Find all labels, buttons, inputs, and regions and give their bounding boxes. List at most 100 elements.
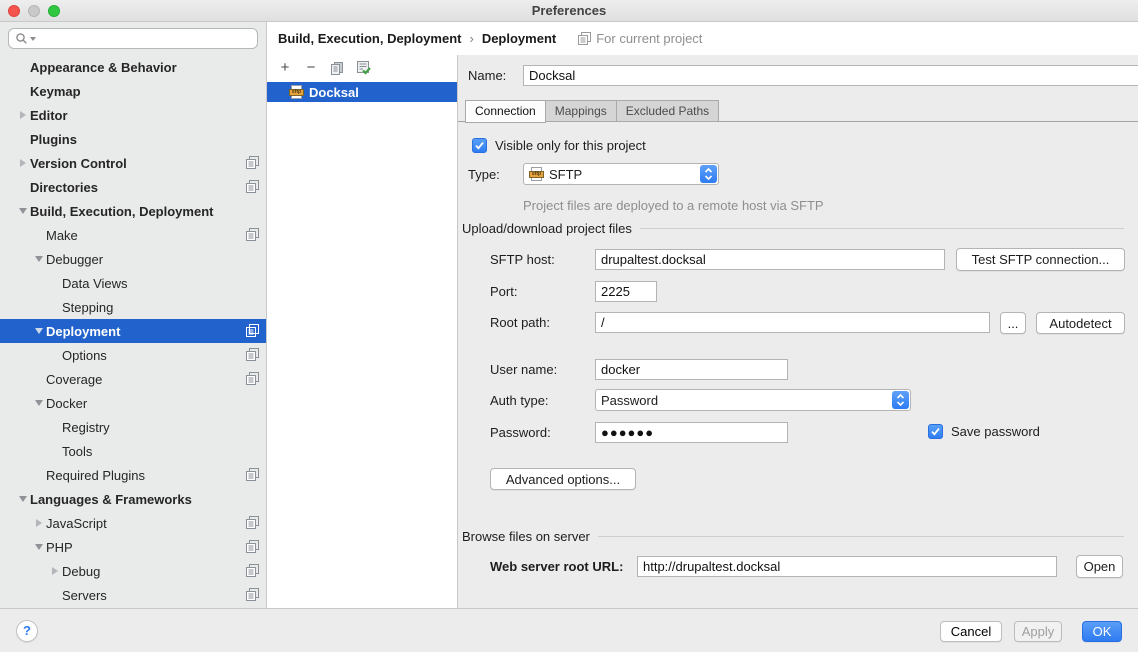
sftp-file-icon: sftp bbox=[289, 85, 304, 100]
visible-only-checkbox[interactable] bbox=[472, 138, 487, 153]
auth-type-label: Auth type: bbox=[490, 390, 549, 411]
server-item-docksal[interactable]: sftp Docksal bbox=[267, 82, 457, 102]
project-scope-icon bbox=[246, 324, 259, 340]
type-label: Type: bbox=[468, 164, 500, 185]
sidebar-item-debug[interactable]: Debug bbox=[0, 559, 266, 583]
tab-excluded-paths[interactable]: Excluded Paths bbox=[616, 100, 719, 122]
apply-button[interactable]: Apply bbox=[1014, 621, 1062, 642]
sidebar-item-docker[interactable]: Docker bbox=[0, 391, 266, 415]
use-as-default-icon[interactable] bbox=[355, 60, 371, 76]
project-scope-icon bbox=[246, 564, 259, 580]
type-select-spinner-icon[interactable] bbox=[700, 165, 717, 183]
sidebar-item-label: Version Control bbox=[30, 156, 127, 171]
sidebar-item-label: Plugins bbox=[30, 132, 77, 147]
auth-type-value: Password bbox=[601, 393, 658, 408]
remove-server-icon[interactable]: − bbox=[303, 60, 319, 76]
save-password-checkbox[interactable] bbox=[928, 424, 943, 439]
chevron-down-icon[interactable] bbox=[35, 544, 43, 550]
project-scope-icon bbox=[246, 540, 259, 556]
auth-type-select[interactable]: Password bbox=[595, 389, 911, 411]
project-scope-icon bbox=[246, 372, 259, 388]
chevron-right-icon[interactable] bbox=[20, 159, 26, 167]
cancel-button[interactable]: Cancel bbox=[940, 621, 1002, 642]
help-button[interactable]: ? bbox=[16, 620, 38, 642]
auth-type-select-spinner-icon[interactable] bbox=[892, 391, 909, 409]
breadcrumb-parent[interactable]: Build, Execution, Deployment bbox=[278, 31, 461, 46]
browse-root-path-button[interactable]: ... bbox=[1000, 312, 1026, 334]
sidebar-item-label: PHP bbox=[46, 540, 73, 555]
sidebar-item-label: Data Views bbox=[62, 276, 128, 291]
preferences-window: Preferences Build, Execution, Deployment… bbox=[0, 0, 1138, 652]
add-server-icon[interactable]: + bbox=[277, 60, 293, 76]
name-input[interactable] bbox=[523, 65, 1138, 86]
chevron-right-icon[interactable] bbox=[20, 111, 26, 119]
user-name-input[interactable] bbox=[595, 359, 788, 380]
type-select[interactable]: sftp SFTP bbox=[523, 163, 719, 185]
sidebar-item-deployment[interactable]: Deployment bbox=[0, 319, 266, 343]
sidebar-item-label: Deployment bbox=[46, 324, 120, 339]
sidebar-item-keymap[interactable]: Keymap bbox=[0, 79, 266, 103]
config-tabs: ConnectionMappingsExcluded Paths bbox=[458, 100, 1138, 122]
web-root-label: Web server root URL: bbox=[490, 556, 623, 577]
port-input[interactable] bbox=[595, 281, 657, 302]
sidebar-item-label: Make bbox=[46, 228, 78, 243]
sidebar-item-appearance-behavior[interactable]: Appearance & Behavior bbox=[0, 55, 266, 79]
chevron-right-icon[interactable] bbox=[52, 567, 58, 575]
settings-search-field[interactable] bbox=[8, 28, 258, 49]
sidebar-item-servers[interactable]: Servers bbox=[0, 583, 266, 607]
sidebar-item-build-execution-deployment[interactable]: Build, Execution, Deployment bbox=[0, 199, 266, 223]
sidebar-item-options[interactable]: Options bbox=[0, 343, 266, 367]
ok-button[interactable]: OK bbox=[1082, 621, 1122, 642]
search-options-chevron-icon[interactable] bbox=[30, 37, 36, 41]
advanced-options-button[interactable]: Advanced options... bbox=[490, 468, 636, 490]
password-input[interactable] bbox=[595, 422, 788, 443]
settings-tree: Appearance & BehaviorKeymap Editor Plugins… bbox=[0, 55, 267, 608]
sidebar-item-plugins[interactable]: Plugins bbox=[0, 127, 266, 151]
sidebar-item-registry[interactable]: Registry bbox=[0, 415, 266, 439]
chevron-right-icon[interactable] bbox=[36, 519, 42, 527]
sftp-host-input[interactable] bbox=[595, 249, 945, 270]
sidebar-item-label: Docker bbox=[46, 396, 87, 411]
chevron-down-icon[interactable] bbox=[35, 328, 43, 334]
chevron-down-icon[interactable] bbox=[35, 400, 43, 406]
search-area bbox=[0, 22, 267, 55]
sidebar-item-debugger[interactable]: Debugger bbox=[0, 247, 266, 271]
sidebar-item-label: Build, Execution, Deployment bbox=[30, 204, 213, 219]
sidebar-item-make[interactable]: Make bbox=[0, 223, 266, 247]
sidebar-item-label: Editor bbox=[30, 108, 68, 123]
sidebar-item-label: Registry bbox=[62, 420, 110, 435]
sidebar-item-label: Coverage bbox=[46, 372, 102, 387]
autodetect-button[interactable]: Autodetect bbox=[1036, 312, 1125, 334]
sidebar-item-stepping[interactable]: Stepping bbox=[0, 295, 266, 319]
sidebar-item-php[interactable]: PHP bbox=[0, 535, 266, 559]
search-input[interactable] bbox=[40, 32, 251, 46]
upload-section-header: Upload/download project files bbox=[462, 221, 1124, 236]
tab-mappings[interactable]: Mappings bbox=[546, 100, 616, 122]
visible-only-label: Visible only for this project bbox=[495, 138, 646, 153]
sidebar-item-version-control[interactable]: Version Control bbox=[0, 151, 266, 175]
sftp-host-label: SFTP host: bbox=[490, 249, 555, 270]
chevron-down-icon[interactable] bbox=[19, 208, 27, 214]
current-project-icon bbox=[578, 32, 591, 45]
root-path-input[interactable] bbox=[595, 312, 990, 333]
copy-server-icon[interactable] bbox=[329, 60, 345, 76]
sidebar-item-coverage[interactable]: Coverage bbox=[0, 367, 266, 391]
password-label: Password: bbox=[490, 422, 551, 443]
sidebar-item-data-views[interactable]: Data Views bbox=[0, 271, 266, 295]
sidebar-item-tools[interactable]: Tools bbox=[0, 439, 266, 463]
deployment-config-panel: Name: ConnectionMappingsExcluded Paths V… bbox=[458, 55, 1138, 608]
open-url-button[interactable]: Open bbox=[1076, 555, 1123, 578]
sidebar-item-languages-frameworks[interactable]: Languages & Frameworks bbox=[0, 487, 266, 511]
chevron-down-icon[interactable] bbox=[19, 496, 27, 502]
sidebar-item-directories[interactable]: Directories bbox=[0, 175, 266, 199]
web-root-input[interactable] bbox=[637, 556, 1057, 577]
type-hint: Project files are deployed to a remote h… bbox=[523, 195, 824, 216]
sidebar-item-required-plugins[interactable]: Required Plugins bbox=[0, 463, 266, 487]
scope-indicator: For current project bbox=[578, 31, 702, 46]
sidebar-item-javascript[interactable]: JavaScript bbox=[0, 511, 266, 535]
tab-connection[interactable]: Connection bbox=[465, 100, 546, 123]
sidebar-item-label: Debugger bbox=[46, 252, 103, 267]
chevron-down-icon[interactable] bbox=[35, 256, 43, 262]
test-sftp-connection-button[interactable]: Test SFTP connection... bbox=[956, 248, 1125, 271]
sidebar-item-editor[interactable]: Editor bbox=[0, 103, 266, 127]
